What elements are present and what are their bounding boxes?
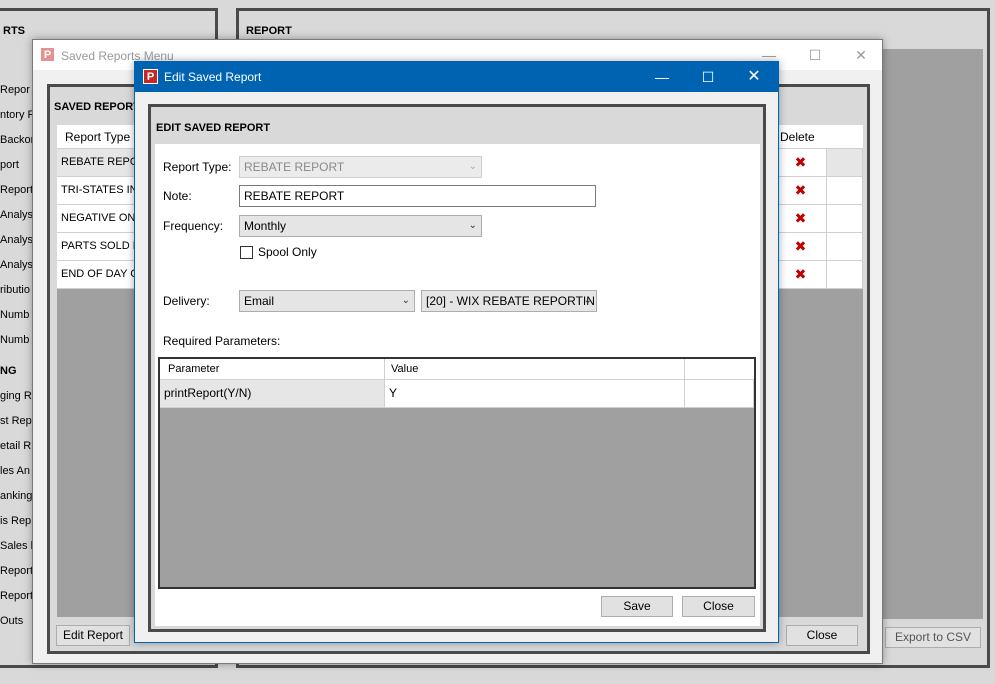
delivery-value: Email bbox=[244, 294, 275, 308]
reports-list-item[interactable]: anking bbox=[0, 490, 32, 502]
delete-cell[interactable]: ✖ bbox=[775, 233, 827, 261]
reports-list-item[interactable]: ntory F bbox=[0, 109, 34, 121]
reports-list-item[interactable]: Outs bbox=[0, 615, 23, 627]
delete-cell[interactable]: ✖ bbox=[775, 261, 827, 289]
delete-cell[interactable]: ✖ bbox=[775, 177, 827, 205]
delete-icon[interactable]: ✖ bbox=[795, 238, 807, 254]
delete-icon[interactable]: ✖ bbox=[795, 182, 807, 198]
reports-list-item[interactable]: Report bbox=[0, 590, 33, 602]
chevron-down-icon: ⌄ bbox=[468, 220, 477, 231]
parameter-name-cell: printReport(Y/N) bbox=[160, 380, 385, 408]
required-parameters-label: Required Parameters: bbox=[163, 334, 281, 348]
chevron-down-icon: ⌄ bbox=[583, 295, 592, 306]
saved-close-button[interactable]: Close bbox=[786, 625, 858, 646]
row-tail-cell bbox=[827, 177, 863, 205]
edit-section-title: EDIT SAVED REPORT bbox=[156, 122, 271, 134]
reports-list-item[interactable]: Analys bbox=[0, 209, 33, 221]
delete-icon[interactable]: ✖ bbox=[795, 266, 807, 282]
export-csv-button[interactable]: Export to CSV bbox=[885, 627, 981, 648]
reports-panel-title: RTS bbox=[3, 25, 25, 37]
reports-list-item[interactable]: les An bbox=[0, 465, 30, 477]
delete-icon[interactable]: ✖ bbox=[795, 154, 807, 170]
reports-list-item[interactable]: Analys bbox=[0, 234, 33, 246]
chevron-down-icon: ⌄ bbox=[468, 161, 477, 172]
close-icon[interactable]: ✕ bbox=[838, 40, 884, 70]
delete-icon[interactable]: ✖ bbox=[795, 210, 807, 226]
row-tail-cell bbox=[827, 233, 863, 261]
row-tail-cell bbox=[827, 205, 863, 233]
frequency-select[interactable]: Monthly ⌄ bbox=[239, 215, 482, 237]
reports-list-section: NG bbox=[0, 365, 17, 377]
reports-list-item[interactable]: etail R bbox=[0, 440, 31, 452]
row-tail-cell bbox=[685, 380, 754, 408]
report-preview-area bbox=[879, 49, 983, 619]
report-type-value: REBATE REPORT bbox=[244, 160, 345, 174]
reports-list-item[interactable]: port bbox=[0, 159, 19, 171]
edit-form-area: Report Type: REBATE REPORT ⌄ Note: REBAT… bbox=[155, 144, 760, 626]
app-logo-icon: P bbox=[40, 47, 55, 62]
maximize-icon[interactable]: ☐ bbox=[792, 40, 838, 70]
recipient-select[interactable]: [20] - WIX REBATE REPORTIN ⌄ bbox=[421, 290, 597, 312]
table-row[interactable]: printReport(Y/N) Y bbox=[160, 380, 754, 408]
header-divider bbox=[384, 359, 385, 380]
reports-list-item[interactable]: Report bbox=[0, 565, 33, 577]
edit-dialog-title: Edit Saved Report bbox=[164, 70, 262, 84]
edit-panel: EDIT SAVED REPORT Report Type: REBATE RE… bbox=[148, 104, 766, 632]
delete-cell[interactable]: ✖ bbox=[775, 149, 827, 177]
parameters-grid: Parameter Value printReport(Y/N) Y bbox=[158, 357, 756, 589]
row-tail-cell bbox=[827, 261, 863, 289]
edit-dialog-titlebar: P Edit Saved Report — ☐ ✕ bbox=[135, 62, 778, 92]
recipient-value: [20] - WIX REBATE REPORTIN bbox=[426, 294, 595, 308]
reports-list-item[interactable]: ributio bbox=[0, 284, 30, 296]
report-panel-title: REPORT bbox=[246, 25, 292, 37]
chevron-down-icon: ⌄ bbox=[401, 295, 410, 306]
col-header-delete[interactable]: Delete bbox=[780, 130, 815, 144]
reports-list-item[interactable]: Numb bbox=[0, 334, 29, 346]
edit-close-button[interactable]: Close bbox=[682, 596, 755, 617]
save-button[interactable]: Save bbox=[601, 596, 673, 617]
spool-only-label[interactable]: Spool Only bbox=[258, 245, 317, 259]
reports-list-item[interactable]: Backor bbox=[0, 134, 34, 146]
note-label: Note: bbox=[163, 189, 192, 203]
maximize-icon[interactable]: ☐ bbox=[685, 62, 731, 92]
reports-list-item[interactable]: Report bbox=[0, 184, 33, 196]
delivery-select[interactable]: Email ⌄ bbox=[239, 290, 415, 312]
note-input[interactable]: REBATE REPORT bbox=[239, 185, 596, 207]
frequency-label: Frequency: bbox=[163, 219, 224, 233]
app-logo-icon: P bbox=[143, 69, 158, 84]
delivery-label: Delivery: bbox=[163, 294, 210, 308]
reports-list-item[interactable]: is Rep bbox=[0, 515, 31, 527]
reports-list-item[interactable]: Analys bbox=[0, 259, 33, 271]
close-icon[interactable]: ✕ bbox=[731, 62, 777, 92]
reports-list-item[interactable]: Numb bbox=[0, 309, 29, 321]
header-divider bbox=[684, 359, 685, 380]
edit-report-button[interactable]: Edit Report bbox=[56, 625, 130, 646]
delete-cell[interactable]: ✖ bbox=[775, 205, 827, 233]
col-header-report-type[interactable]: Report Type bbox=[65, 130, 130, 144]
report-type-label: Report Type: bbox=[163, 160, 232, 174]
col-header-value[interactable]: Value bbox=[391, 363, 418, 375]
param-grid-header: Parameter Value bbox=[160, 359, 754, 380]
frequency-value: Monthly bbox=[244, 219, 287, 233]
col-header-parameter[interactable]: Parameter bbox=[168, 363, 219, 375]
reports-list-item[interactable]: Repor bbox=[0, 84, 30, 96]
minimize-icon[interactable]: — bbox=[639, 62, 685, 92]
report-type-select: REBATE REPORT ⌄ bbox=[239, 156, 482, 178]
row-tail-cell bbox=[827, 149, 863, 177]
edit-saved-report-window: P Edit Saved Report — ☐ ✕ EDIT SAVED REP… bbox=[134, 61, 779, 643]
spool-only-checkbox[interactable] bbox=[240, 246, 253, 259]
parameter-value-cell[interactable]: Y bbox=[385, 380, 685, 408]
